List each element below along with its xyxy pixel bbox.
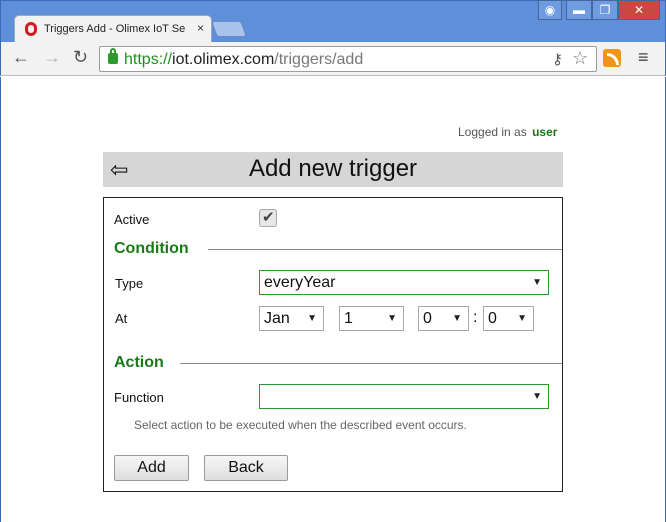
- lock-icon: [108, 48, 118, 64]
- new-tab-button[interactable]: [211, 21, 247, 37]
- type-select[interactable]: everyYear ▼: [259, 270, 549, 295]
- url-path: /triggers/add: [274, 51, 364, 68]
- url-text: https://iot.olimex.com/triggers/add: [124, 51, 363, 69]
- close-window-button[interactable]: ✕: [618, 0, 660, 20]
- hour-value: 0: [423, 310, 432, 327]
- tab-title: Triggers Add - Olimex IoT Se: [44, 23, 186, 35]
- chevron-down-icon: ▼: [517, 313, 527, 324]
- key-icon[interactable]: ⚷: [552, 50, 563, 68]
- chevron-down-icon: ▼: [307, 313, 317, 324]
- username-link[interactable]: user: [532, 125, 557, 139]
- type-label: Type: [115, 276, 144, 291]
- action-divider: [180, 363, 562, 364]
- function-label: Function: [114, 390, 164, 405]
- type-value: everyYear: [264, 274, 336, 291]
- browser-tab[interactable]: Triggers Add - Olimex IoT Se ×: [14, 15, 212, 43]
- browser-toolbar: ← → ↻ https://iot.olimex.com/triggers/ad…: [0, 42, 666, 76]
- reload-icon[interactable]: ↻: [73, 47, 88, 68]
- bookmark-star-icon[interactable]: ☆: [572, 48, 588, 69]
- condition-divider: [208, 249, 562, 250]
- tab-close-icon[interactable]: ×: [197, 21, 204, 35]
- action-heading: Action: [114, 354, 164, 371]
- month-select[interactable]: Jan ▼: [259, 306, 324, 331]
- hour-select[interactable]: 0 ▼: [418, 306, 469, 331]
- function-select[interactable]: ▼: [259, 384, 549, 409]
- minute-select[interactable]: 0 ▼: [483, 306, 534, 331]
- add-button[interactable]: Add: [114, 455, 189, 481]
- menu-icon[interactable]: ≡: [638, 47, 649, 68]
- active-label: Active: [114, 212, 150, 227]
- day-value: 1: [344, 310, 353, 327]
- profile-icon[interactable]: ◉: [538, 0, 562, 20]
- maximize-button[interactable]: ❐: [592, 0, 618, 20]
- back-icon[interactable]: ←: [12, 47, 30, 68]
- opera-icon: [25, 22, 37, 36]
- time-separator: :: [473, 309, 478, 326]
- forward-icon[interactable]: →: [43, 47, 61, 68]
- login-status: Logged in as user: [458, 125, 557, 139]
- rss-icon[interactable]: [603, 49, 621, 67]
- chevron-down-icon: ▼: [532, 277, 542, 288]
- chevron-down-icon: ▼: [532, 391, 542, 402]
- day-select[interactable]: 1 ▼: [339, 306, 404, 331]
- minute-value: 0: [488, 310, 497, 327]
- condition-heading: Condition: [114, 240, 189, 257]
- address-bar[interactable]: https://iot.olimex.com/triggers/add ⚷ ☆: [99, 46, 597, 72]
- minimize-button[interactable]: ▬: [566, 0, 592, 20]
- at-label: At: [115, 311, 128, 326]
- url-scheme: https://: [124, 51, 173, 68]
- month-value: Jan: [264, 310, 290, 327]
- url-host: iot.olimex.com: [172, 51, 275, 68]
- chevron-down-icon: ▼: [452, 313, 462, 324]
- page-title: Add new trigger: [248, 155, 418, 182]
- back-button[interactable]: Back: [204, 455, 288, 481]
- checkmark-icon: ✔: [262, 209, 275, 226]
- active-checkbox[interactable]: ✔: [259, 209, 277, 227]
- function-hint: Select action to be executed when the de…: [134, 418, 467, 432]
- login-prefix: Logged in as: [458, 125, 527, 139]
- chevron-down-icon: ▼: [387, 313, 397, 324]
- page-header: ⇦ Add new trigger: [103, 152, 563, 187]
